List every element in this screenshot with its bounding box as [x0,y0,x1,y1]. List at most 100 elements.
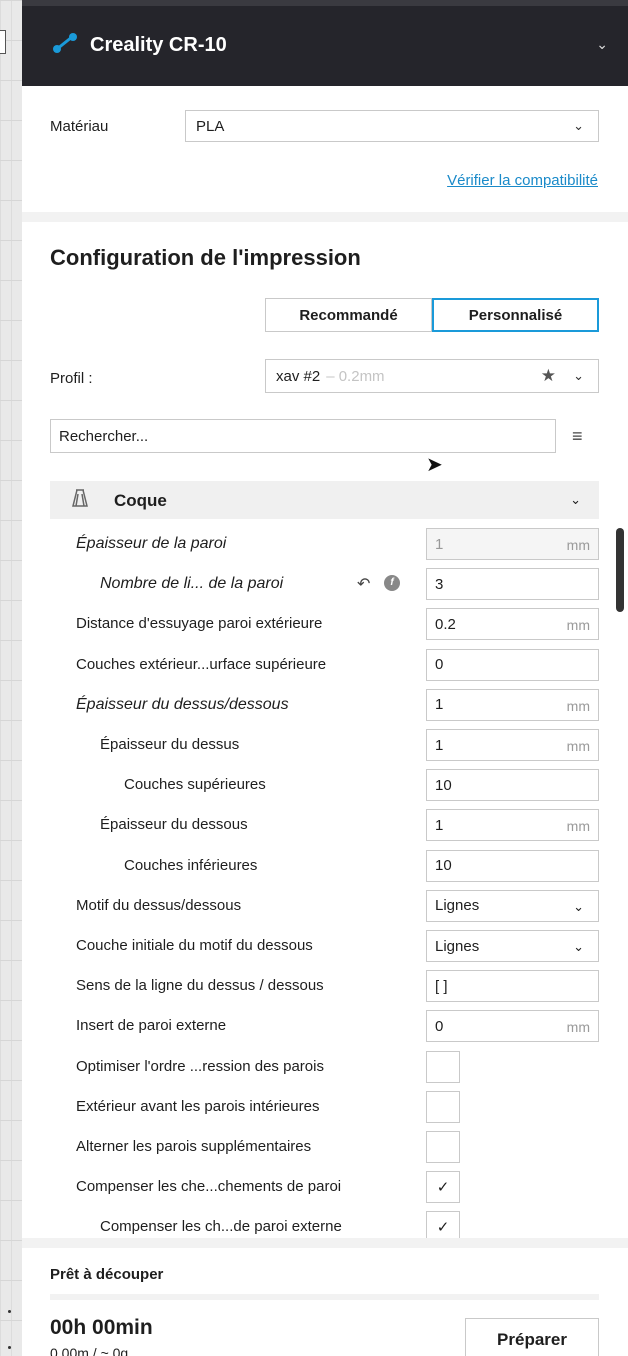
printer-selector[interactable]: Creality CR-10 ⌄ [22,0,628,86]
setting-row: Extérieur avant les parois intérieures [22,1087,628,1127]
chevron-down-icon: ⌄ [570,492,581,507]
setting-row: Insert de paroi externe 0 mm [22,1006,628,1046]
menu-icon[interactable]: ≡ [572,426,583,447]
setting-label: Nombre de li... de la paroi [100,575,284,593]
setting-value: 10 [435,857,452,875]
star-icon[interactable]: ★ [541,366,556,386]
setting-unit: mm [566,818,590,835]
setting-row: Optimiser l'ordre ...ression des parois [22,1047,628,1087]
setting-label: Alterner les parois supplémentaires [76,1138,312,1155]
setting-row: Épaisseur du dessus/dessous 1 mm [22,685,628,725]
chevron-down-icon: ⌄ [573,368,584,383]
setting-checkbox[interactable]: ✓ [426,1171,460,1204]
print-settings-panel: Creality CR-10 ⌄ Matériau PLA ⌄ Vérifier… [22,0,628,1356]
setting-unit: mm [566,617,590,634]
chevron-down-icon: ⌄ [573,939,584,954]
footer-separator [50,1294,599,1300]
setting-row: Couches supérieures 10 [22,765,628,805]
setting-label: Extérieur avant les parois intérieures [76,1097,320,1115]
slice-status: Prêt à découper [50,1266,164,1283]
setting-input[interactable]: 1 mm [426,688,599,721]
setting-input[interactable]: [ ] [426,970,599,1003]
material-value: PLA [196,117,225,135]
setting-label: Couches extérieur...urface supérieure [76,655,327,673]
setting-label: Compenser les che...chements de paroi [76,1178,342,1196]
category-shell[interactable]: Coque ⌄ [50,481,599,519]
setting-label: Distance d'essuyage paroi extérieure [76,615,323,633]
viewport-dot [8,1346,11,1349]
setting-row: Nombre de li... de la paroi ↶ f 3 [22,564,628,604]
check-compatibility-link[interactable]: Vérifier la compatibilité [447,172,598,189]
setting-label: Épaisseur du dessus [100,736,240,753]
print-setup-title: Configuration de l'impression [50,245,361,270]
setting-checkbox[interactable] [426,1090,460,1123]
setting-unit: mm [566,738,590,754]
setting-input[interactable]: 3 [426,568,599,601]
section-divider [22,212,628,222]
profile-name: xav #2 [276,367,321,385]
setting-value: 1 [435,535,444,553]
setting-row: Couche initiale du motif du dessous Ligne… [22,926,628,966]
printer-logo-icon [52,32,78,59]
setting-value: 3 [435,575,444,593]
chevron-down-icon: ⌄ [573,898,584,914]
setting-value: 0 [435,1017,444,1035]
setting-value: 1 [435,816,444,834]
recommended-mode-button[interactable]: Recommandé [265,298,432,332]
checkmark-icon: ✓ [436,1179,450,1197]
material-usage: 0.00m / ~ 0g [50,1345,129,1356]
settings-search-input[interactable]: Rechercher... [50,419,556,453]
profile-label: Profil : [50,370,93,387]
setting-input[interactable]: 0.2 mm [426,608,599,641]
profile-detail: – 0.2mm [326,367,385,385]
setting-value: 0.2 [435,615,456,633]
setting-checkbox[interactable] [426,1050,460,1083]
setting-select[interactable]: Lignes ⌄ [426,930,599,962]
setting-label: Couche initiale du motif du dessous [76,937,313,954]
reset-icon[interactable]: ↶ [357,574,370,594]
setting-input[interactable]: 1 mm [426,809,599,842]
setting-input[interactable]: 10 [426,849,599,882]
setting-input[interactable]: 0 [426,648,599,681]
setting-row: Couches inférieures 10 [22,846,628,886]
setting-value: 10 [435,776,452,794]
setting-input[interactable]: 1 mm [426,528,599,560]
setting-label: Motif du dessus/dessous [76,896,242,914]
setting-input[interactable]: 0 mm [426,1010,599,1043]
viewport-grid-strip [0,0,22,1356]
custom-mode-button[interactable]: Personnalisé [432,298,599,332]
setting-label: Optimiser l'ordre ...ression des parois [76,1057,324,1075]
setting-input[interactable]: 10 [426,769,599,802]
setting-label: Couches supérieures [124,776,266,794]
setting-row: Motif du dessus/dessous Lignes ⌄ [22,886,628,926]
chevron-down-icon[interactable]: ⌄ [596,36,608,53]
function-icon[interactable]: f [384,575,400,592]
setting-label: Épaisseur du dessous [100,816,248,834]
setting-value: 1 [435,696,444,714]
setting-row: Sens de la ligne du dessus / dessous [ ] [22,966,628,1006]
setting-label: Insert de paroi externe [76,1017,227,1035]
setting-row: Alterner les parois supplémentaires [22,1127,628,1167]
setting-row: Distance d'essuyage paroi extérieure 0.2 m… [22,604,628,644]
scrollbar-thumb[interactable] [616,528,624,612]
setting-row: Couches extérieur...urface supérieure 0 [22,645,628,685]
setting-value: [ ] [435,977,448,995]
material-select[interactable]: PLA ⌄ [185,110,599,142]
setting-label: Couches inférieures [124,856,258,874]
setting-label: Compenser les ch...de paroi externe [100,1218,342,1236]
prepare-button[interactable]: Préparer [465,1318,599,1356]
setting-label: Épaisseur de la paroi [76,535,227,552]
slice-status-panel: Prêt à découper 00h 00min 0.00m / ~ 0g P… [22,1238,628,1356]
setting-value: Lignes [435,897,480,915]
setting-label: Sens de la ligne du dessus / dessous [76,977,324,995]
setting-unit: mm [566,697,590,714]
setting-row: Compenser les che...chements de paroi ✓ [22,1167,628,1207]
setting-input[interactable]: 1 mm [426,729,599,761]
setting-checkbox[interactable] [426,1131,460,1163]
setting-unit: mm [566,537,590,553]
setting-label: Épaisseur du dessus/dessous [76,695,289,713]
shell-icon [70,488,90,513]
setting-select[interactable]: Lignes ⌄ [426,889,599,922]
profile-select[interactable]: xav #2 – 0.2mm ★ ⌄ [265,359,599,393]
cursor-icon: ➤ [426,454,443,476]
